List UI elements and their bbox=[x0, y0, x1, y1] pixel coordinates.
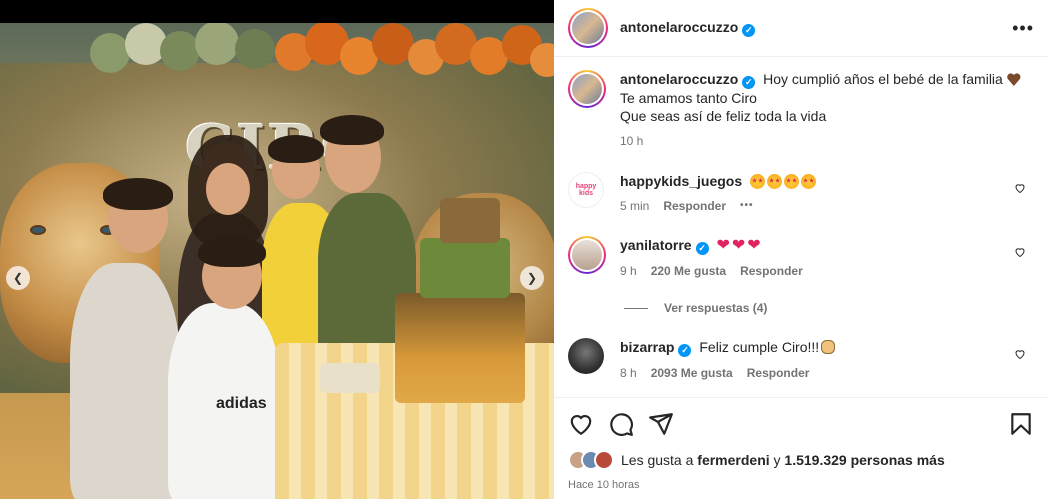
comment-avatar[interactable]: happy kids bbox=[568, 172, 604, 208]
author-avatar[interactable] bbox=[568, 8, 608, 48]
person-boy-left bbox=[70, 263, 180, 499]
verified-badge-icon: ✓ bbox=[742, 76, 756, 89]
share-icon[interactable] bbox=[648, 411, 674, 437]
post-actions: Les gusta a fermerdeni y 1.519.329 perso… bbox=[554, 397, 1048, 491]
instagram-post-view: CIRO adidas bbox=[0, 0, 1048, 499]
comment-username[interactable]: bizarrap ✓ bbox=[620, 339, 692, 357]
likes-count[interactable]: 1.519.329 personas más bbox=[784, 452, 944, 468]
caption-username[interactable]: antonelaroccuzzo ✓ bbox=[620, 71, 756, 89]
comment-item: happy kids happykids_juegos 5 min Respon… bbox=[568, 172, 1034, 215]
reply-button[interactable]: Responder bbox=[740, 262, 803, 280]
view-replies-label: Ver respuestas (4) bbox=[664, 301, 768, 315]
comment-username[interactable]: happykids_juegos bbox=[620, 173, 742, 189]
star-struck-emoji bbox=[767, 174, 783, 189]
comment-likes[interactable]: 2093 Me gusta bbox=[651, 364, 733, 382]
prev-arrow-icon[interactable]: ❮ bbox=[6, 266, 30, 290]
caption-line-3: Que seas así de feliz toda la vida bbox=[620, 108, 827, 124]
author-username[interactable]: antonelaroccuzzo ✓ bbox=[620, 19, 756, 37]
comment-avatar[interactable] bbox=[568, 236, 606, 274]
reply-button[interactable]: Responder bbox=[747, 364, 810, 382]
red-heart-emoji: ❤ bbox=[731, 237, 746, 254]
verified-badge-icon: ✓ bbox=[742, 24, 756, 37]
more-options-icon[interactable]: ••• bbox=[1012, 18, 1034, 39]
star-struck-emoji bbox=[750, 174, 766, 189]
small-heart-icon[interactable] bbox=[1014, 182, 1026, 194]
post-header: antonelaroccuzzo ✓ ••• bbox=[554, 0, 1048, 57]
comment-item: yanilatorre ✓ ❤ ❤ ❤ 9 h 220 Me gusta Respon… bbox=[568, 236, 1034, 280]
view-replies-button[interactable]: Ver respuestas (4) bbox=[624, 301, 767, 315]
adidas-shirt-logo: adidas bbox=[216, 395, 267, 412]
caption-avatar[interactable] bbox=[568, 70, 606, 108]
liker-avatar bbox=[594, 450, 614, 470]
birthday-cake bbox=[395, 293, 525, 403]
comment-more-icon[interactable]: ••• bbox=[740, 197, 754, 215]
post-timestamp: Hace 10 horas bbox=[568, 479, 640, 491]
likes-summary: Les gusta a fermerdeni y 1.519.329 perso… bbox=[568, 450, 1034, 470]
comment-likes[interactable]: 220 Me gusta bbox=[651, 262, 726, 280]
star-struck-emoji bbox=[784, 174, 800, 189]
liker-username[interactable]: fermerdeni bbox=[697, 452, 769, 468]
post-details-panel: antonelaroccuzzo ✓ ••• antonelaroccuzzo ✓ … bbox=[554, 0, 1048, 499]
star-struck-emoji bbox=[801, 174, 817, 189]
balloon-arch bbox=[90, 23, 554, 113]
like-icon[interactable] bbox=[568, 411, 594, 437]
verified-badge-icon: ✓ bbox=[678, 344, 692, 357]
comment-time: 5 min bbox=[620, 199, 650, 213]
red-heart-emoji: ❤ bbox=[716, 237, 730, 254]
likes-conj: y bbox=[773, 452, 781, 468]
comment-username[interactable]: yanilatorre ✓ bbox=[620, 237, 709, 255]
verified-badge-icon: ✓ bbox=[695, 242, 709, 255]
brown-heart-emoji bbox=[1007, 73, 1021, 86]
comment-time: 9 h bbox=[620, 264, 637, 278]
comment-time: 8 h bbox=[620, 366, 637, 380]
next-arrow-icon[interactable]: ❯ bbox=[520, 266, 544, 290]
caption-line-1: Hoy cumplió años el bebé de la familia bbox=[763, 71, 1003, 87]
save-icon[interactable] bbox=[1008, 411, 1034, 437]
post-photo: CIRO adidas bbox=[0, 0, 554, 499]
caption-line-2: Te amamos tanto Ciro bbox=[620, 90, 757, 106]
comment-icon[interactable] bbox=[608, 411, 634, 437]
party-photo: CIRO adidas bbox=[0, 23, 554, 499]
red-heart-emoji: ❤ bbox=[747, 237, 761, 254]
comment-text: Feliz cumple Ciro!!! bbox=[699, 339, 820, 355]
reply-button[interactable]: Responder bbox=[663, 197, 726, 215]
caption-time: 10 h bbox=[620, 134, 644, 148]
comments-list: antonelaroccuzzo ✓ Hoy cumplió años el be… bbox=[554, 58, 1048, 396]
comment-avatar[interactable] bbox=[568, 338, 604, 374]
small-heart-icon[interactable] bbox=[1014, 348, 1026, 360]
clapping-hands-emoji bbox=[821, 340, 836, 354]
small-heart-icon[interactable] bbox=[1014, 246, 1026, 258]
caption: antonelaroccuzzo ✓ Hoy cumplió años el be… bbox=[568, 70, 1034, 150]
comment-item: bizarrap ✓ Feliz cumple Ciro!!! 8 h 2093 … bbox=[568, 338, 1034, 382]
replies-divider bbox=[624, 307, 648, 309]
likes-prefix: Les gusta a bbox=[621, 452, 694, 468]
